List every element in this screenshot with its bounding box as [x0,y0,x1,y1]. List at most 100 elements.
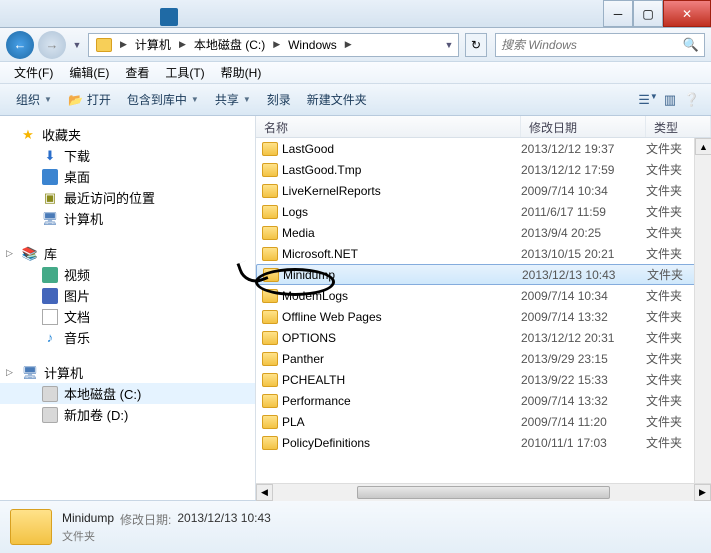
nav-history-dropdown[interactable]: ▼ [70,35,84,55]
sidebar-item[interactable]: 桌面 [0,166,255,187]
list-item[interactable]: PCHEALTH2013/9/22 15:33文件夹 [256,369,711,390]
minimize-button[interactable]: ─ [603,0,633,27]
menu-view[interactable]: 查看 [117,62,157,83]
list-item[interactable]: ModemLogs2009/7/14 10:34文件夹 [256,285,711,306]
folder-icon [262,184,278,198]
menu-tools[interactable]: 工具(T) [157,62,212,83]
scroll-up-icon[interactable]: ▲ [695,138,711,155]
sidebar-item[interactable]: ♪音乐 [0,327,255,348]
sidebar-item-icon [42,386,58,402]
list-item[interactable]: PolicyDefinitions2010/11/1 17:03文件夹 [256,432,711,453]
address-dropdown[interactable]: ▼ [442,35,456,55]
list-item[interactable]: Logs2011/6/17 11:59文件夹 [256,201,711,222]
column-header-type[interactable]: 类型 [646,116,711,137]
sidebar-item[interactable]: 新加卷 (D:) [0,404,255,425]
sidebar-computer[interactable]: ▷ 🖥 计算机 [0,362,255,383]
maximize-button[interactable]: ▢ [633,0,663,27]
list-item[interactable]: Panther2013/9/29 23:15文件夹 [256,348,711,369]
column-header-date[interactable]: 修改日期 [521,116,646,137]
chevron-right-icon[interactable]: ▶ [176,39,189,50]
menu-help[interactable]: 帮助(H) [213,62,270,83]
search-icon: 🔍 [683,37,699,53]
nav-back-button[interactable]: ← [6,31,34,59]
list-item[interactable]: LastGood.Tmp2013/12/12 17:59文件夹 [256,159,711,180]
item-date: 2009/7/14 11:20 [521,415,646,429]
window-titlebar: ─ ▢ ✕ [0,0,711,28]
organize-button[interactable]: 组织▼ [8,88,60,111]
item-date: 2013/10/15 20:21 [521,247,646,261]
expand-icon[interactable]: ▷ [6,367,16,378]
list-item[interactable]: PLA2009/7/14 11:20文件夹 [256,411,711,432]
list-item[interactable]: Microsoft.NET2013/10/15 20:21文件夹 [256,243,711,264]
breadcrumb-segment[interactable]: Windows [283,38,342,52]
vertical-scrollbar[interactable]: ▲ [694,138,711,483]
sidebar-item[interactable]: 图片 [0,285,255,306]
list-item[interactable]: LastGood2013/12/12 19:37文件夹 [256,138,711,159]
search-box[interactable]: 🔍 [495,33,705,57]
refresh-button[interactable]: ↻ [465,33,487,57]
item-name: Panther [282,352,324,366]
sidebar-item-icon: ⬇ [42,148,58,164]
item-name: ModemLogs [282,289,348,303]
list-item[interactable]: OPTIONS2013/12/12 20:31文件夹 [256,327,711,348]
list-item[interactable]: Media2013/9/4 20:25文件夹 [256,222,711,243]
list-item[interactable]: Minidump2013/12/13 10:43文件夹 [256,264,711,285]
sidebar-item-icon [42,267,58,283]
sidebar-head-label: 收藏夹 [42,125,81,144]
sidebar-item-label: 最近访问的位置 [64,188,155,207]
list-item[interactable]: Offline Web Pages2009/7/14 13:32文件夹 [256,306,711,327]
sidebar-item[interactable]: 🖥计算机 [0,208,255,229]
burn-button[interactable]: 刻录 [259,88,299,111]
item-date: 2013/12/12 19:37 [521,142,646,156]
open-button[interactable]: 📂打开 [60,88,119,111]
horizontal-scrollbar[interactable]: ◀ ▶ [256,483,711,500]
sidebar-item-icon [42,407,58,423]
include-in-library-button[interactable]: 包含到库中▼ [119,88,207,111]
scroll-left-icon[interactable]: ◀ [256,484,273,501]
sidebar-item[interactable]: 文档 [0,306,255,327]
nav-forward-button[interactable]: → [38,31,66,59]
sidebar-item[interactable]: ⬇下载 [0,145,255,166]
folder-icon [262,373,278,387]
menu-file[interactable]: 文件(F) [6,62,61,83]
app-icon [160,8,178,26]
breadcrumb-segment[interactable]: 计算机 [130,36,176,53]
address-bar[interactable]: ▶ 计算机 ▶ 本地磁盘 (C:) ▶ Windows ▶ ▼ [88,33,459,57]
scroll-right-icon[interactable]: ▶ [694,484,711,501]
breadcrumb-segment[interactable]: 本地磁盘 (C:) [189,36,270,53]
sidebar-item[interactable]: ▣ 最近访问的位置 [0,187,255,208]
expand-icon[interactable]: ▷ [6,248,16,259]
item-date: 2013/12/12 17:59 [521,163,646,177]
view-options-button[interactable]: ☰ ▼ [637,92,659,108]
sidebar-item-label: 视频 [64,265,90,284]
item-name: Media [282,226,315,240]
chevron-right-icon[interactable]: ▶ [342,39,355,50]
item-name: Performance [282,394,351,408]
item-name: PolicyDefinitions [282,436,370,450]
chevron-right-icon[interactable]: ▶ [117,39,130,50]
sidebar-item[interactable]: 本地磁盘 (C:) [0,383,255,404]
search-input[interactable] [501,38,683,52]
folder-icon [262,415,278,429]
folder-icon [262,436,278,450]
sidebar-libraries[interactable]: ▷ 📚 库 [0,243,255,264]
sidebar-head-label: 计算机 [44,363,83,382]
chevron-right-icon[interactable]: ▶ [270,39,283,50]
sidebar-item-icon [42,288,58,304]
share-button[interactable]: 共享▼ [207,88,259,111]
item-date: 2009/7/14 13:32 [521,310,646,324]
help-button[interactable]: ❔ [681,92,703,108]
column-header-name[interactable]: 名称 [256,116,521,137]
item-date: 2009/7/14 13:32 [521,394,646,408]
sidebar-item[interactable]: 视频 [0,264,255,285]
list-item[interactable]: LiveKernelReports2009/7/14 10:34文件夹 [256,180,711,201]
sidebar-item-icon: ▣ [42,190,58,206]
preview-pane-button[interactable]: ▥ [659,92,681,108]
menu-edit[interactable]: 编辑(E) [61,62,117,83]
list-item[interactable]: Performance2009/7/14 13:32文件夹 [256,390,711,411]
close-button[interactable]: ✕ [663,0,711,27]
new-folder-button[interactable]: 新建文件夹 [299,88,375,111]
sidebar-favorites[interactable]: ★ 收藏夹 [0,124,255,145]
library-icon: 📚 [22,246,38,262]
scrollbar-thumb[interactable] [357,486,610,499]
